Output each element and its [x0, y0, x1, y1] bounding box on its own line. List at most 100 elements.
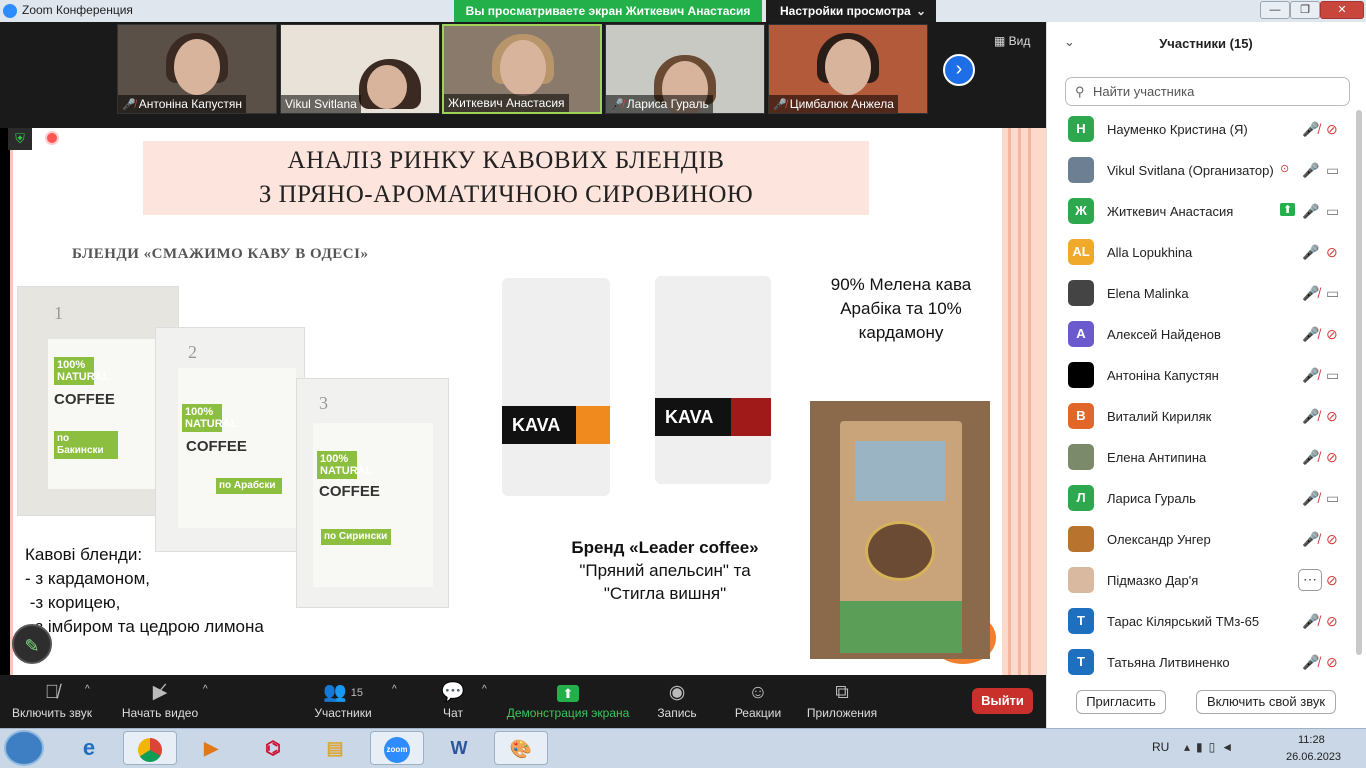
participant-name: Тарас Кілярський ТМз-65	[1107, 614, 1260, 629]
windows-start-icon[interactable]	[4, 730, 44, 766]
participant-row[interactable]: А Алексей Найденов 🎤̸ ⊘	[1046, 314, 1356, 355]
participant-row[interactable]: Ж Житкевич Анастасия ⬆ 🎤 ▭	[1046, 191, 1356, 232]
invite-button[interactable]: Пригласить	[1076, 690, 1166, 714]
unmute-self-button[interactable]: Включить свой звук	[1196, 690, 1336, 714]
video-options-caret-icon[interactable]: ^	[203, 684, 208, 695]
tray-arrow-icon[interactable]: ▴	[1184, 740, 1196, 754]
mic-muted-icon: 🎤̸	[1302, 367, 1320, 383]
participant-search-input[interactable]: ⚲ Найти участника	[1065, 77, 1350, 106]
participant-row[interactable]: Елена Антипина 🎤̸ ⊘	[1046, 437, 1356, 478]
ie-icon[interactable]: e	[62, 731, 116, 765]
zoom-icon[interactable]: zoom	[370, 731, 424, 765]
more-options-icon[interactable]: ⋯	[1298, 569, 1322, 591]
avatar: А	[1068, 321, 1094, 347]
minimize-button[interactable]: —	[1260, 1, 1290, 19]
zoom-logo-icon	[3, 4, 17, 18]
participants-icon: 👥 15	[323, 682, 363, 703]
tray-icons[interactable]: ▴▮▯◄	[1184, 740, 1239, 754]
next-page-arrow-icon[interactable]: ›	[943, 54, 975, 86]
participants-button[interactable]: 👥 15 Участники	[312, 680, 374, 720]
participants-options-caret-icon[interactable]: ^	[392, 684, 397, 695]
view-button[interactable]: ▦ Вид	[994, 34, 1030, 48]
paint-icon[interactable]: 🎨	[494, 731, 548, 765]
record-button[interactable]: ◉ Запись	[655, 680, 699, 720]
avatar: Л	[1068, 485, 1094, 511]
volume-icon[interactable]: ◄	[1221, 740, 1239, 754]
scrollbar[interactable]	[1356, 110, 1362, 655]
participant-name: Elena Malinka	[1107, 286, 1189, 301]
video-tile[interactable]: 🎤̸ Лариса Гураль	[605, 24, 765, 114]
view-settings-button[interactable]: Настройки просмотра ⌄	[766, 0, 936, 22]
participant-row[interactable]: Підмазко Дар'я ⋯ ⊘	[1046, 560, 1356, 601]
participant-row[interactable]: AL Alla Lopukhina 🎤 ⊘	[1046, 232, 1356, 273]
apps-button[interactable]: ⧉ Приложения	[804, 680, 880, 720]
video-tile-active[interactable]: Житкевич Анастасия	[442, 24, 602, 114]
avatar: Н	[1068, 116, 1094, 142]
close-button[interactable]: ✕	[1320, 1, 1364, 19]
media-player-icon[interactable]: ▶	[184, 731, 238, 765]
shield-icon[interactable]: ⛨	[8, 128, 32, 150]
participant-row[interactable]: Vikul Svitlana (Организатор) ⊙ 🎤 ▭	[1046, 150, 1356, 191]
sharing-screen-icon: ⬆	[1280, 203, 1296, 216]
coffee-bag-image: 2 100% NATURAL COFFEE по Арабски	[155, 327, 305, 552]
chat-options-caret-icon[interactable]: ^	[482, 684, 487, 695]
mic-muted-icon: 🎤̸	[122, 99, 136, 111]
mic-muted-icon: 🎤̸	[1302, 326, 1320, 342]
participant-row[interactable]: Л Лариса Гураль 🎤̸ ▭	[1046, 478, 1356, 519]
video-off-icon: ⊘	[1326, 572, 1338, 588]
participant-row[interactable]: Elena Malinka 🎤̸ ▭	[1046, 273, 1356, 314]
chat-button[interactable]: 💬 Чат	[436, 680, 470, 720]
cardamom-coffee-bag-photo	[810, 401, 990, 659]
video-tile[interactable]: 🎤̸ Антоніна Капустян	[117, 24, 277, 114]
avatar: Т	[1068, 649, 1094, 675]
video-tile[interactable]: 🎤̸ Цимбалюк Анжела	[768, 24, 928, 114]
battery-icon[interactable]: ▯	[1209, 740, 1222, 754]
participant-name: Житкевич Анастасия	[1107, 204, 1234, 219]
chevron-down-icon: ⌄	[915, 4, 926, 18]
mic-options-caret-icon[interactable]: ^	[85, 684, 90, 695]
avatar	[1068, 567, 1094, 593]
participant-row[interactable]: В Виталий Кириляк 🎤̸ ⊘	[1046, 396, 1356, 437]
start-video-button[interactable]: ▶̸ Начать видео	[120, 680, 200, 720]
participant-name: Виталий Кириляк	[1107, 409, 1212, 424]
reactions-button[interactable]: ☺ Реакции	[733, 680, 783, 720]
mic-muted-icon: 🎤̸	[1302, 613, 1320, 629]
record-icon: ◉	[668, 682, 686, 703]
leave-meeting-button[interactable]: Выйти	[972, 688, 1033, 714]
word-icon[interactable]: W	[432, 731, 486, 765]
explorer-icon[interactable]: ▤	[308, 731, 362, 765]
participant-video	[174, 39, 220, 95]
participant-row[interactable]: Антоніна Капустян 🎤̸ ▭	[1046, 355, 1356, 396]
language-indicator[interactable]: RU	[1152, 740, 1169, 754]
clock-time[interactable]: 11:28	[1298, 734, 1325, 746]
network-icon[interactable]: ▮	[1196, 740, 1209, 754]
video-off-icon: ▶̸	[152, 682, 168, 703]
share-screen-button[interactable]: ⬆ Демонстрация экрана	[505, 680, 631, 720]
annotate-pencil-icon[interactable]: ✎	[12, 624, 52, 664]
participant-name: Алексей Найденов	[1107, 327, 1221, 342]
chrome-icon[interactable]	[123, 731, 177, 765]
video-tile[interactable]: Vikul Svitlana	[280, 24, 440, 114]
avatar	[1068, 157, 1094, 183]
participant-row[interactable]: Т Тарас Кілярський ТМз-65 🎤̸ ⊘	[1046, 601, 1356, 642]
clock-date[interactable]: 26.06.2023	[1286, 751, 1341, 763]
tile-name: Лариса Гураль	[626, 97, 709, 111]
cardamom-caption: 90% Мелена кава Арабіка та 10% кардамону	[830, 275, 972, 342]
participant-row[interactable]: Т Татьяна Литвиненко 🎤̸ ⊘	[1046, 642, 1356, 683]
video-off-icon: ⊘	[1326, 531, 1338, 547]
chat-icon: 💬	[441, 682, 465, 703]
video-icon: ▭	[1326, 285, 1340, 301]
participants-header: Участники (15)	[1159, 36, 1253, 51]
participant-name: Vikul Svitlana (Организатор)	[1107, 163, 1274, 178]
unmute-button[interactable]: 🎙̸ Включить звук	[10, 680, 94, 720]
participant-row[interactable]: Олександр Унгер 🎤̸ ⊘	[1046, 519, 1356, 560]
mic-muted-icon: 🎤̸	[1302, 531, 1320, 547]
slide-title: АНАЛІЗ РИНКУ КАВОВИХ БЛЕНДІВ З ПРЯНО-АРО…	[143, 141, 869, 215]
maximize-button[interactable]: ❐	[1290, 1, 1320, 19]
view-settings-label: Настройки просмотра	[780, 4, 911, 18]
mic-muted-icon: 🎤̸	[1302, 285, 1320, 301]
acrobat-icon[interactable]: ⌬	[246, 731, 300, 765]
participant-row[interactable]: Н Науменко Кристина (Я) 🎤̸ ⊘	[1046, 109, 1356, 150]
participant-name: Антоніна Капустян	[1107, 368, 1219, 383]
tile-name: Антоніна Капустян	[138, 97, 242, 111]
